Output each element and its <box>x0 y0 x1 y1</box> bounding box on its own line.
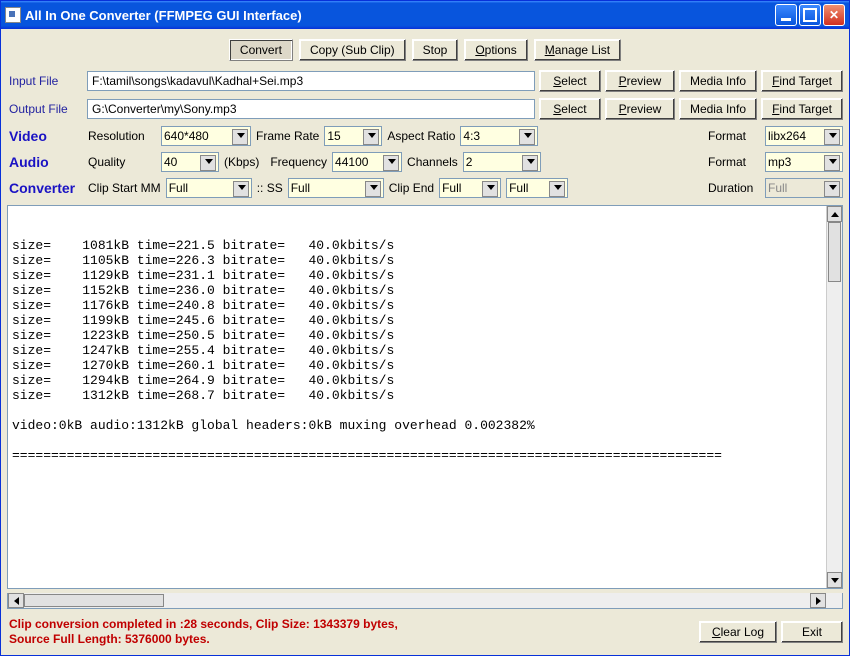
input-preview-button[interactable]: Preview <box>605 70 675 92</box>
video-row: Video Resolution 640*480 Frame Rate 15 A… <box>7 125 843 147</box>
frequency-select[interactable]: 44100 <box>332 152 402 172</box>
audio-format-select[interactable]: mp3 <box>765 152 843 172</box>
output-mediainfo-button[interactable]: Media Info <box>679 98 757 120</box>
options-button[interactable]: Options <box>464 39 527 61</box>
converter-section-label: Converter <box>7 180 83 196</box>
status-text: Clip conversion completed in :28 seconds… <box>7 617 695 647</box>
scroll-down-button[interactable] <box>827 572 842 588</box>
input-findtarget-button[interactable]: Find Target <box>761 70 843 92</box>
output-file-field[interactable] <box>87 99 535 119</box>
aspect-label: Aspect Ratio <box>387 129 455 143</box>
clipstart-label: Clip Start MM <box>88 181 161 195</box>
clipstart-mm-select[interactable]: Full <box>166 178 252 198</box>
framerate-label: Frame Rate <box>256 129 319 143</box>
duration-select: Full <box>765 178 843 198</box>
titlebar: All In One Converter (FFMPEG GUI Interfa… <box>1 1 849 29</box>
main-toolbar: Convert Copy (Sub Clip) Stop Options Man… <box>7 35 843 65</box>
stop-button[interactable]: Stop <box>412 39 459 61</box>
input-file-field[interactable] <box>87 71 535 91</box>
clear-log-button[interactable]: Clear Log <box>699 621 777 643</box>
scroll-right-button[interactable] <box>810 593 826 608</box>
scroll-thumb-h[interactable] <box>24 594 164 607</box>
input-file-row: Input File Select Preview Media Info Fin… <box>7 69 843 93</box>
scroll-left-button[interactable] <box>8 593 24 608</box>
scroll-thumb-v[interactable] <box>828 222 841 282</box>
video-section-label: Video <box>7 128 83 144</box>
output-select-button[interactable]: Select <box>539 98 601 120</box>
manage-list-button[interactable]: Manage List <box>534 39 621 61</box>
app-window: All In One Converter (FFMPEG GUI Interfa… <box>0 0 850 656</box>
quality-label: Quality <box>88 155 156 169</box>
maximize-button[interactable] <box>799 4 821 26</box>
log-output[interactable]: size= 1081kB time=221.5 bitrate= 40.0kbi… <box>7 205 843 589</box>
quality-unit: (Kbps) <box>224 155 259 169</box>
audio-section-label: Audio <box>7 154 83 170</box>
audio-format-label: Format <box>708 155 760 169</box>
clipend-mm-select[interactable]: Full <box>439 178 501 198</box>
convert-button[interactable]: Convert <box>229 39 293 61</box>
app-icon <box>5 7 21 23</box>
log-scrollbar-h[interactable] <box>7 593 843 609</box>
output-file-row: Output File Select Preview Media Info Fi… <box>7 97 843 121</box>
exit-button[interactable]: Exit <box>781 621 843 643</box>
duration-label: Duration <box>708 181 760 195</box>
close-button[interactable] <box>823 4 845 26</box>
channels-select[interactable]: 2 <box>463 152 541 172</box>
audio-row: Audio Quality 40 (Kbps) Frequency 44100 … <box>7 151 843 173</box>
window-title: All In One Converter (FFMPEG GUI Interfa… <box>25 8 302 23</box>
clipend-label: Clip End <box>389 181 434 195</box>
input-mediainfo-button[interactable]: Media Info <box>679 70 757 92</box>
resize-grip <box>826 593 842 608</box>
channels-label: Channels <box>407 155 458 169</box>
resolution-label: Resolution <box>88 129 156 143</box>
input-file-label: Input File <box>7 74 83 88</box>
resolution-select[interactable]: 640*480 <box>161 126 251 146</box>
log-scrollbar-v[interactable] <box>826 206 842 588</box>
status-row: Clip conversion completed in :28 seconds… <box>7 613 843 649</box>
clipend-ss-select[interactable]: Full <box>506 178 568 198</box>
copy-subclip-button[interactable]: Copy (Sub Clip) <box>299 39 406 61</box>
output-preview-button[interactable]: Preview <box>605 98 675 120</box>
minimize-button[interactable] <box>775 4 797 26</box>
frequency-label: Frequency <box>270 155 327 169</box>
video-format-label: Format <box>708 129 760 143</box>
output-findtarget-button[interactable]: Find Target <box>761 98 843 120</box>
framerate-select[interactable]: 15 <box>324 126 382 146</box>
clipstart-ss-select[interactable]: Full <box>288 178 384 198</box>
quality-select[interactable]: 40 <box>161 152 219 172</box>
ss-label: :: SS <box>257 181 283 195</box>
video-format-select[interactable]: libx264 <box>765 126 843 146</box>
converter-row: Converter Clip Start MM Full :: SS Full … <box>7 177 843 199</box>
output-file-label: Output File <box>7 102 83 116</box>
input-select-button[interactable]: Select <box>539 70 601 92</box>
aspect-select[interactable]: 4:3 <box>460 126 538 146</box>
scroll-up-button[interactable] <box>827 206 842 222</box>
